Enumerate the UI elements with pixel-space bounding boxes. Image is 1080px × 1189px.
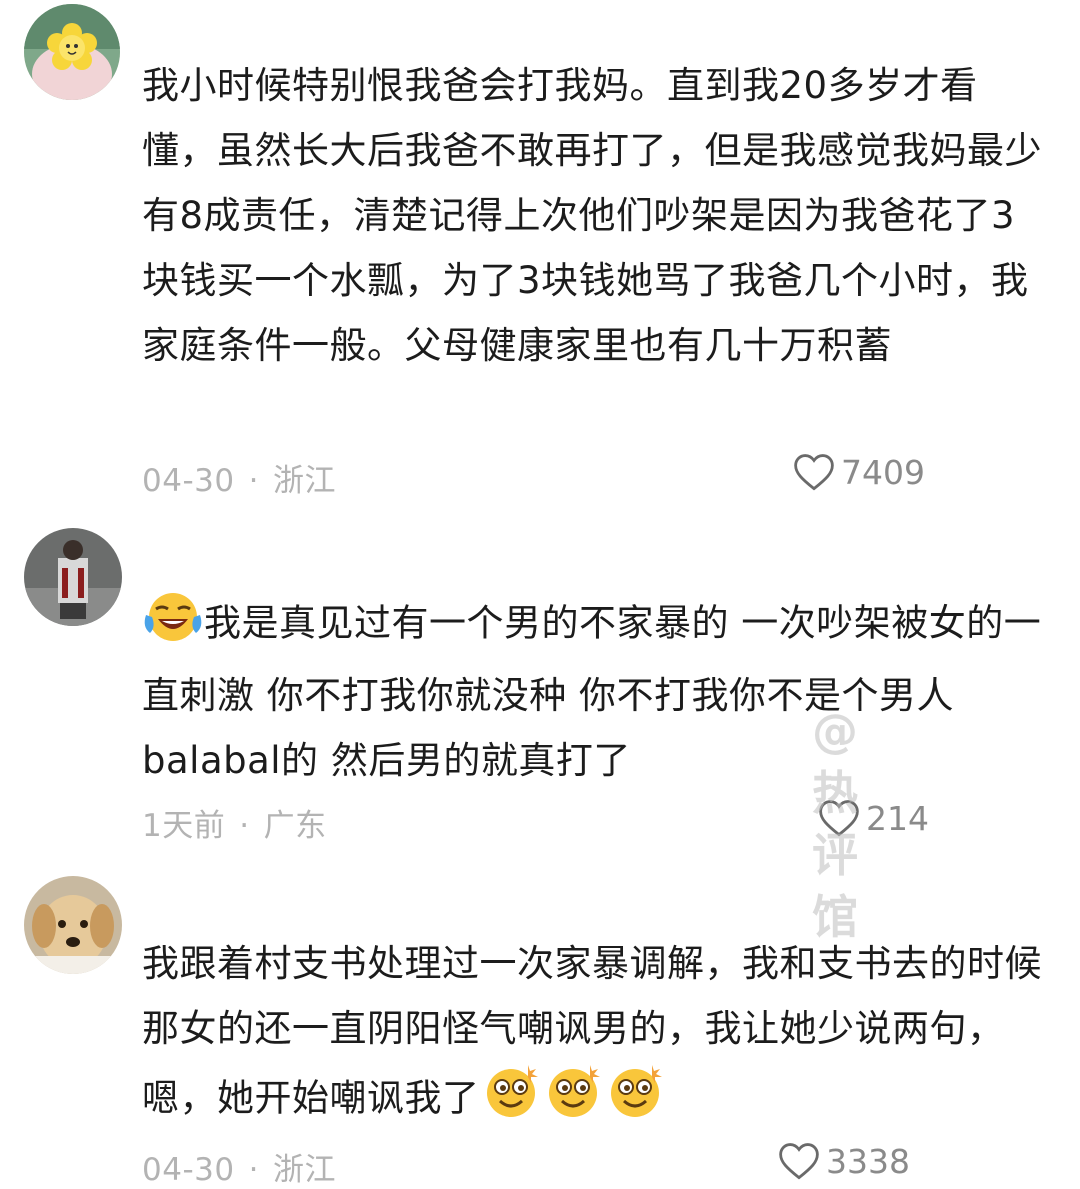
dizzy-smile-emoji-icon xyxy=(604,1061,666,1139)
dog-avatar-image xyxy=(24,876,122,974)
comment-text-content: 我是真见过有一个男的不家暴的 一次吵架被女的一直刺激 你不打我你就没种 你不打我… xyxy=(142,601,1042,783)
comment-date: 04-30 xyxy=(142,463,235,499)
comment-meta: 1天前 · 广东 xyxy=(142,800,327,845)
watermark-char: 热 xyxy=(812,766,858,820)
dizzy-smile-emoji-icon xyxy=(542,1061,604,1139)
meta-separator: · xyxy=(248,1152,259,1188)
person-avatar-image xyxy=(24,528,122,626)
comment-text: 我跟着村支书处理过一次家暴调解，我和支书去的时候那女的还一直阴阳怪气嘲讽男的，我… xyxy=(142,931,1047,1139)
user-avatar[interactable] xyxy=(24,4,120,100)
comment-meta: 04-30 · 浙江 xyxy=(142,455,336,500)
meta-separator: · xyxy=(239,808,250,844)
meta-separator: · xyxy=(248,463,259,499)
watermark-char: 评 xyxy=(812,828,858,882)
comment-date: 04-30 xyxy=(142,1152,235,1188)
dizzy-smile-emoji-icon xyxy=(480,1061,542,1139)
watermark-char: @ xyxy=(812,704,858,758)
like-button[interactable]: 3338 xyxy=(778,1141,910,1181)
comment-location: 广东 xyxy=(263,808,327,844)
heart-outline-icon xyxy=(794,454,834,491)
watermark: @ 热 评 馆 xyxy=(800,700,870,948)
watermark-char: 馆 xyxy=(812,890,858,944)
comment-location: 浙江 xyxy=(272,1152,336,1188)
like-button[interactable]: 7409 xyxy=(793,452,925,492)
comment-location: 浙江 xyxy=(272,463,336,499)
user-avatar[interactable] xyxy=(24,528,122,626)
flower-avatar-image xyxy=(24,4,120,100)
comment-meta: 04-30 · 浙江 xyxy=(142,1144,336,1189)
comment-text: 我小时候特别恨我爸会打我妈。直到我20多岁才看懂，虽然长大后我爸不敢再打了，但是… xyxy=(142,64,1042,367)
heart-outline-icon xyxy=(779,1143,819,1180)
user-avatar[interactable] xyxy=(24,876,122,974)
like-count: 7409 xyxy=(841,452,925,492)
like-count: 3338 xyxy=(826,1141,910,1181)
laughing-crying-emoji-icon xyxy=(142,587,204,663)
like-count: 214 xyxy=(866,798,929,838)
comment-date: 1天前 xyxy=(142,808,226,844)
comment-text: 我是真见过有一个男的不家暴的 一次吵架被女的一直刺激 你不打我你就没种 你不打我… xyxy=(142,587,1047,793)
